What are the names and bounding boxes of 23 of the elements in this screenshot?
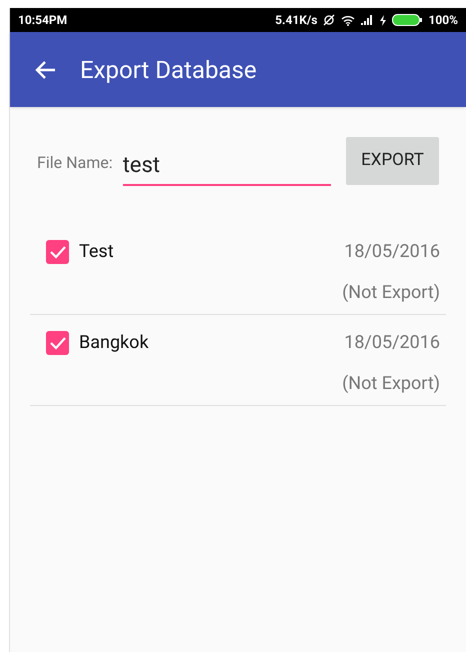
file-name-label: File Name: xyxy=(37,152,113,174)
checkbox[interactable] xyxy=(46,240,69,264)
item-name: Bangkok xyxy=(79,331,149,355)
export-button[interactable]: EXPORT xyxy=(346,137,439,185)
signal-icon xyxy=(361,15,374,25)
export-status: (Not Export) xyxy=(342,281,440,305)
item-name: Test xyxy=(79,240,114,264)
status-time: 10:54PM xyxy=(18,12,68,29)
item-date: 18/05/2016 xyxy=(344,240,440,264)
battery-level: 100% xyxy=(428,12,458,29)
network-speed: 5.41K/s xyxy=(275,12,318,29)
back-arrow-icon[interactable] xyxy=(34,60,56,80)
wifi-icon xyxy=(341,14,356,26)
item-date: 18/05/2016 xyxy=(344,331,440,355)
checkmark-icon xyxy=(50,336,66,350)
export-status: (Not Export) xyxy=(342,372,440,396)
battery-icon xyxy=(392,14,422,26)
file-name-field[interactable]: test xyxy=(122,137,331,186)
screen-title: Export Database xyxy=(80,54,257,86)
checkbox[interactable] xyxy=(46,330,69,354)
charging-icon xyxy=(380,14,386,26)
checkmark-icon xyxy=(50,244,66,258)
alarm-off-icon xyxy=(323,14,336,26)
